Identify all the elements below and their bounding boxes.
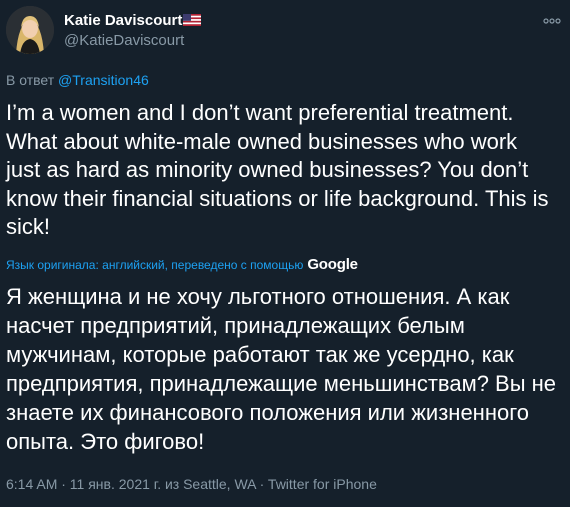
avatar-image [6, 6, 54, 54]
author-name[interactable]: Katie Daviscourt [64, 12, 182, 29]
author-handle[interactable]: @KatieDaviscourt [64, 32, 184, 49]
reply-prefix: В ответ [6, 72, 55, 88]
translation-note: Язык оригинала: английский, переведено с… [6, 257, 304, 272]
tweet-header: Katie Daviscourt @KatieDaviscourt [6, 6, 570, 58]
translated-tweet-text: Я женщина и не хочу льготного отношения.… [6, 284, 557, 454]
reply-context: В ответ @Transition46 [6, 72, 149, 88]
google-logo: Google [307, 256, 358, 273]
avatar[interactable] [6, 6, 54, 54]
tweet-text: I’m a women and I don’t want preferentia… [6, 100, 549, 239]
tweet-timestamp-meta[interactable]: 6:14 AM · 11 янв. 2021 г. из Seattle, WA… [6, 476, 377, 492]
reply-mention-link[interactable]: @Transition46 [58, 72, 149, 88]
author-display-name[interactable]: Katie Daviscourt [64, 12, 202, 30]
more-options-icon[interactable] [542, 14, 562, 28]
translation-attribution[interactable]: Язык оригинала: английский, переведено с… [6, 256, 358, 273]
us-flag-icon [183, 13, 202, 30]
